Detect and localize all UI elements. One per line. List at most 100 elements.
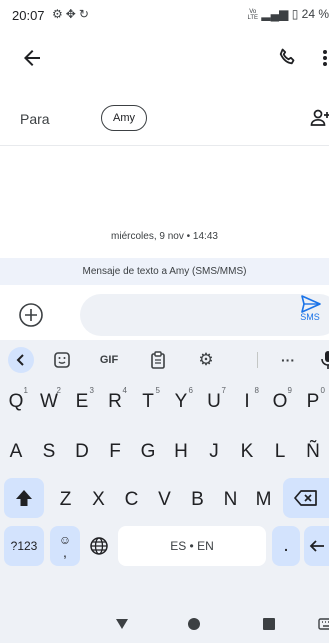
key-h[interactable]: H: [165, 430, 197, 474]
microphone-icon: [321, 351, 329, 369]
status-bar: 20:07 ⚙✥↻ Vo LTE ▂▄▆ ▯ 24 %: [0, 0, 329, 30]
key-n[interactable]: N: [215, 478, 246, 522]
battery-icon: ▯: [291, 7, 299, 21]
key-d[interactable]: D: [66, 430, 98, 474]
key-e[interactable]: E3: [66, 380, 98, 424]
nav-recents-button[interactable]: [262, 617, 276, 631]
status-icons: ⚙✥↻: [52, 7, 92, 21]
battery-percent: 24 %: [301, 7, 329, 21]
gear-icon: ⚙: [198, 350, 214, 369]
key-r[interactable]: R4: [99, 380, 131, 424]
key-y[interactable]: Y6: [165, 380, 197, 424]
key-i[interactable]: I8: [231, 380, 263, 424]
key-l[interactable]: L: [264, 430, 296, 474]
phone-icon: [279, 48, 295, 65]
chevron-left-icon: [16, 354, 24, 366]
divider: [0, 145, 329, 146]
signal-icon: ▂▄▆: [261, 7, 289, 21]
more-vert-icon: [323, 50, 327, 66]
shift-icon: [16, 490, 32, 506]
more-horiz-icon: ···: [281, 352, 295, 368]
sticker-icon: [54, 352, 70, 368]
backspace-icon: [294, 490, 317, 506]
key-label: P: [306, 391, 320, 412]
symbols-key[interactable]: ?123: [4, 526, 44, 566]
key-f[interactable]: F: [99, 430, 131, 474]
status-right: Vo LTE ▂▄▆ ▯ 24 %: [247, 7, 329, 21]
gif-label: GIF: [99, 354, 119, 366]
collapse-toolbar-button[interactable]: [8, 347, 34, 373]
group-add-icon: [310, 109, 329, 126]
key-o[interactable]: O9: [264, 380, 296, 424]
recipient-chip[interactable]: Amy: [101, 105, 147, 131]
key-w[interactable]: W2: [33, 380, 65, 424]
conversation-timestamp: miércoles, 9 nov • 14:43: [111, 231, 218, 242]
key-q[interactable]: Q1: [0, 380, 32, 424]
sms-info-banner: Mensaje de texto a Amy (SMS/MMS): [0, 258, 329, 285]
key-hint: 6: [188, 386, 193, 395]
back-button[interactable]: [20, 46, 44, 70]
send-button[interactable]: SMS: [292, 292, 328, 326]
more-options-button[interactable]: [318, 46, 329, 70]
key-hint: 3: [89, 386, 94, 395]
compose-bar: SMS: [0, 292, 329, 614]
shift-key[interactable]: [4, 478, 44, 518]
key-v[interactable]: V: [149, 478, 180, 522]
key-b[interactable]: B: [182, 478, 213, 522]
key-x[interactable]: X: [83, 478, 114, 522]
enter-key[interactable]: [304, 526, 329, 566]
sticker-button[interactable]: [50, 348, 74, 372]
key-s[interactable]: S: [33, 430, 65, 474]
nav-home-button[interactable]: [187, 617, 201, 631]
attach-button[interactable]: [18, 302, 44, 328]
key-hint: 7: [221, 386, 226, 395]
language-key[interactable]: [84, 526, 114, 566]
voice-input-button[interactable]: [316, 348, 329, 372]
gear-icon: ⚙: [52, 7, 66, 21]
emoji-comma-key[interactable]: ☺ ,: [50, 526, 80, 566]
arrow-left-icon: [309, 540, 324, 552]
key-u[interactable]: U7: [198, 380, 230, 424]
more-tools-button[interactable]: ···: [276, 348, 300, 372]
key-a[interactable]: A: [0, 430, 32, 474]
key-hint: 0: [320, 386, 325, 395]
key-label: Y: [174, 391, 188, 412]
backspace-key[interactable]: [283, 478, 329, 518]
key-label: W: [40, 391, 58, 412]
call-button[interactable]: [276, 46, 300, 70]
add-people-button[interactable]: [309, 106, 329, 130]
key-k[interactable]: K: [231, 430, 263, 474]
clipboard-icon: [151, 351, 165, 369]
settings-button[interactable]: ⚙: [194, 348, 218, 372]
key-t[interactable]: T5: [132, 380, 164, 424]
gif-button[interactable]: GIF: [97, 348, 121, 372]
key-label: R: [108, 391, 122, 412]
space-key[interactable]: ES • EN: [118, 526, 266, 566]
keyboard-switch-button[interactable]: [318, 615, 329, 633]
key-hint: 1: [23, 386, 28, 395]
keyboard-toolbar: GIF ⚙ ···: [0, 340, 329, 380]
period-key[interactable]: .: [272, 526, 300, 566]
key-hint: 2: [56, 386, 61, 395]
toolbar-divider: [257, 352, 258, 368]
key-label: I: [244, 391, 250, 412]
key-z[interactable]: Z: [50, 478, 81, 522]
globe-icon: [90, 537, 108, 555]
key-label: Q: [8, 391, 24, 412]
clipboard-button[interactable]: [146, 348, 170, 372]
key-label: U: [207, 391, 221, 412]
key-m[interactable]: M: [248, 478, 279, 522]
key-j[interactable]: J: [198, 430, 230, 474]
send-icon: [301, 295, 321, 313]
arrow-left-icon: [24, 50, 40, 66]
network-lte: LTE: [247, 14, 259, 21]
nav-back-button[interactable]: [114, 616, 130, 632]
keyboard: GIF ⚙ ··· Q1 W2 E3 R4 T5 Y6 U7 I8 O9 P0 …: [0, 340, 329, 643]
add-circle-icon: [19, 303, 43, 327]
key-c[interactable]: C: [116, 478, 147, 522]
key-p[interactable]: P0: [297, 380, 329, 424]
keyboard-icon: [318, 618, 329, 630]
key-enie[interactable]: Ñ: [297, 430, 329, 474]
to-label: Para: [20, 111, 50, 127]
key-g[interactable]: G: [132, 430, 164, 474]
